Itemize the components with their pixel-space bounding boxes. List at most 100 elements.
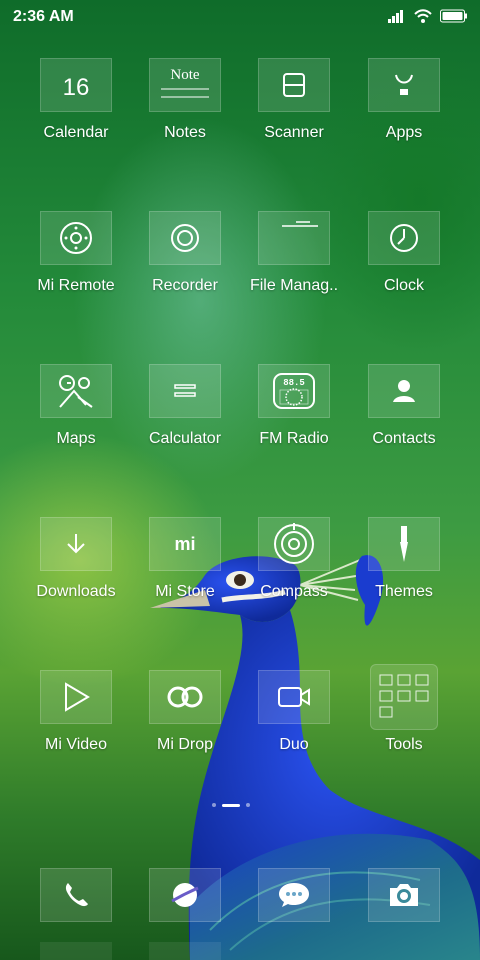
svg-text:16: 16 [63, 74, 90, 101]
contacts-icon [393, 380, 415, 402]
compass-icon [274, 523, 314, 564]
app-mi-video[interactable]: Mi Video [28, 670, 124, 754]
mi-store-icon: mi [174, 534, 195, 554]
app-label: Mi Remote [37, 277, 115, 294]
dock-messages[interactable] [258, 868, 330, 922]
app-tile: Note [149, 58, 221, 112]
app-label: Mi Store [155, 583, 215, 600]
app-recorder[interactable]: Recorder [137, 211, 233, 295]
app-tile [40, 211, 112, 265]
app-label: Contacts [372, 430, 436, 447]
app-label: File Manag.. [249, 277, 339, 294]
app-tools-folder[interactable]: Tools [356, 664, 452, 754]
app-notes[interactable]: Note Notes [137, 58, 233, 142]
status-time: 2:36 AM [13, 8, 74, 25]
app-label: Calendar [43, 124, 109, 141]
battery-icon [440, 9, 467, 23]
app-tile [149, 868, 221, 922]
app-tile: mi [149, 517, 221, 571]
app-tile [368, 58, 440, 112]
app-tile [258, 868, 330, 922]
play-icon [65, 682, 90, 712]
tools-folder-icon [379, 674, 429, 718]
app-label: Compass [260, 583, 328, 600]
app-tile [258, 211, 330, 265]
app-file-manager[interactable]: File Manag.. [246, 211, 342, 295]
apps-icon [395, 74, 413, 95]
app-tile [368, 868, 440, 922]
app-maps[interactable]: Maps [28, 364, 124, 448]
peacock-wallpaper-image [150, 555, 480, 960]
app-tile [149, 211, 221, 265]
app-label: Clock [383, 277, 424, 294]
app-tile [368, 517, 440, 571]
app-label: Mi Drop [156, 736, 213, 753]
app-calculator[interactable]: Calculator [137, 364, 233, 448]
calculator-icon [174, 384, 196, 397]
app-tile [258, 517, 330, 571]
signal-icon [388, 10, 403, 23]
video-camera-icon [278, 687, 310, 707]
page-indicator [212, 803, 250, 807]
app-themes[interactable]: Themes [356, 517, 452, 601]
themes-icon [400, 526, 408, 562]
app-duo[interactable]: Duo [246, 670, 342, 754]
app-tile [149, 364, 221, 418]
wifi-icon [414, 9, 432, 23]
app-label: Mi Video [45, 736, 107, 753]
app-apps[interactable]: Apps [356, 58, 452, 142]
app-tile [40, 364, 112, 418]
recorder-icon [171, 224, 199, 252]
app-mi-drop[interactable]: Mi Drop [137, 670, 233, 754]
app-tile [258, 58, 330, 112]
wallpaper [0, 0, 480, 960]
svg-text:mi: mi [174, 534, 195, 554]
folder-icon [282, 221, 318, 227]
calendar-icon: 16 [63, 74, 90, 101]
app-tile [258, 670, 330, 724]
notes-icon: Note [161, 67, 209, 98]
mi-drop-icon [167, 686, 203, 708]
clock-icon [390, 224, 418, 252]
svg-text:88.5: 88.5 [283, 378, 305, 388]
radio-icon: 88.5 [273, 373, 315, 409]
remote-icon [60, 222, 92, 254]
page-dot[interactable] [212, 803, 216, 807]
app-label: Maps [56, 430, 96, 447]
page-dot-active[interactable] [222, 803, 240, 807]
app-compass[interactable]: Compass [246, 517, 342, 601]
app-tile: 16 [40, 58, 112, 112]
app-label: Recorder [152, 277, 218, 294]
dock-phone[interactable] [40, 868, 112, 922]
dock-camera[interactable] [368, 868, 440, 922]
app-downloads[interactable]: Downloads [28, 517, 124, 601]
status-icons [388, 9, 468, 23]
app-label: Downloads [36, 583, 116, 600]
app-label: Apps [385, 124, 423, 141]
app-tile [40, 868, 112, 922]
status-bar: 2:36 AM [0, 0, 480, 34]
page-dot[interactable] [246, 803, 250, 807]
message-icon [279, 883, 309, 907]
app-label: Tools [385, 736, 423, 753]
app-scanner[interactable]: Scanner [246, 58, 342, 142]
app-label: Scanner [264, 124, 324, 141]
app-mi-store[interactable]: mi Mi Store [137, 517, 233, 601]
app-label: Duo [279, 736, 309, 753]
app-label: Notes [164, 124, 206, 141]
download-icon [67, 534, 85, 554]
app-tile [40, 517, 112, 571]
app-tile [368, 211, 440, 265]
phone-icon [65, 883, 88, 907]
app-label: Themes [375, 583, 433, 600]
app-mi-remote[interactable]: Mi Remote [28, 211, 124, 295]
scanner-icon [283, 73, 305, 97]
svg-text:Note: Note [170, 67, 200, 83]
maps-icon [59, 375, 93, 408]
dock-browser[interactable] [149, 868, 221, 922]
app-calendar[interactable]: 16 Calendar [28, 58, 124, 142]
app-clock[interactable]: Clock [356, 211, 452, 295]
app-fm-radio[interactable]: 88.5 FM Radio [246, 364, 342, 448]
app-contacts[interactable]: Contacts [356, 364, 452, 448]
app-label: Calculator [148, 430, 222, 447]
